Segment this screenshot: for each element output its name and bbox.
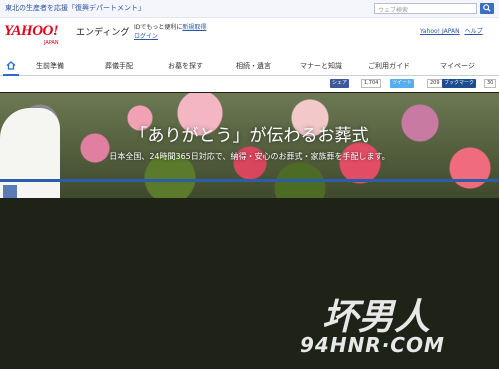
promo-link[interactable]: 東北の生産者を応援「復興デパートメント」 [5, 3, 145, 13]
top-bar: 東北の生産者を応援「復興デパートメント」 ウェブ検索 [0, 0, 499, 18]
tweet-button[interactable]: ツイート [390, 79, 415, 88]
search-input[interactable]: ウェブ検索 [374, 3, 477, 14]
facebook-share-button[interactable]: シェア [330, 79, 350, 88]
home-icon [6, 61, 16, 70]
service-name[interactable]: エンディング [76, 25, 129, 38]
tweet-count: 209 [427, 79, 443, 88]
nav-item-guide[interactable]: ご利用ガイド [368, 61, 410, 71]
nav-item-manners[interactable]: マナーと知識 [300, 61, 342, 71]
hero-headline: 「ありがとう」が伝わるお葬式 [130, 126, 369, 146]
search-button[interactable] [480, 3, 494, 14]
help-link[interactable]: ヘルプ [465, 28, 483, 35]
page: 東北の生産者を応援「復興デパートメント」 ウェブ検索 YAHOO! JAPAN … [0, 0, 499, 369]
nav-item-grave[interactable]: お墓を探す [168, 61, 203, 71]
login-link[interactable]: ログイン [134, 31, 158, 40]
hero-subline: 日本全国、24時間365日対応で、納得・安心のお葬式・家族葬を手配します。 [109, 152, 390, 161]
search-icon [483, 4, 491, 12]
id-promo: IDでもっと便利に新規取得 [134, 22, 206, 31]
carousel-prev-button[interactable] [3, 185, 17, 198]
share-count: 1,704 [361, 79, 382, 88]
yahoo-logo[interactable]: YAHOO! [4, 23, 59, 40]
main-nav: 生前準備 葬儀手配 お墓を探す 相続・遺言 マナーと知識 ご利用ガイド マイペー… [0, 58, 499, 77]
hero-bottom-line [0, 179, 499, 182]
bookmark-count: 30 [484, 79, 497, 88]
bookmark-button[interactable]: ブックマーク [442, 79, 477, 88]
yahoo-japan-link[interactable]: Yahoo! JAPAN [420, 28, 460, 35]
yahoo-logo-sub: JAPAN [44, 40, 59, 46]
header-links: Yahoo! JAPAN ヘルプ [420, 26, 488, 35]
site-header: YAHOO! JAPAN エンディング IDでもっと便利に新規取得 ログイン Y… [0, 18, 499, 58]
id-promo-text: IDでもっと便利に [134, 24, 183, 31]
nav-item-planning[interactable]: 生前準備 [36, 61, 64, 71]
nav-home[interactable] [3, 59, 19, 76]
hero-banner[interactable]: 「ありがとう」が伝わるお葬式 日本全国、24時間365日対応で、納得・安心のお葬… [0, 93, 499, 198]
social-bar: シェア 1,704 ツイート 209 ブックマーク 30 [0, 76, 499, 92]
nav-item-funeral[interactable]: 葬儀手配 [105, 61, 133, 71]
nav-item-mypage[interactable]: マイページ [440, 61, 475, 71]
nav-item-inheritance[interactable]: 相続・遺言 [236, 61, 271, 71]
watermark-url: 94HNR·COM [300, 333, 445, 357]
register-link[interactable]: 新規取得 [182, 24, 206, 31]
